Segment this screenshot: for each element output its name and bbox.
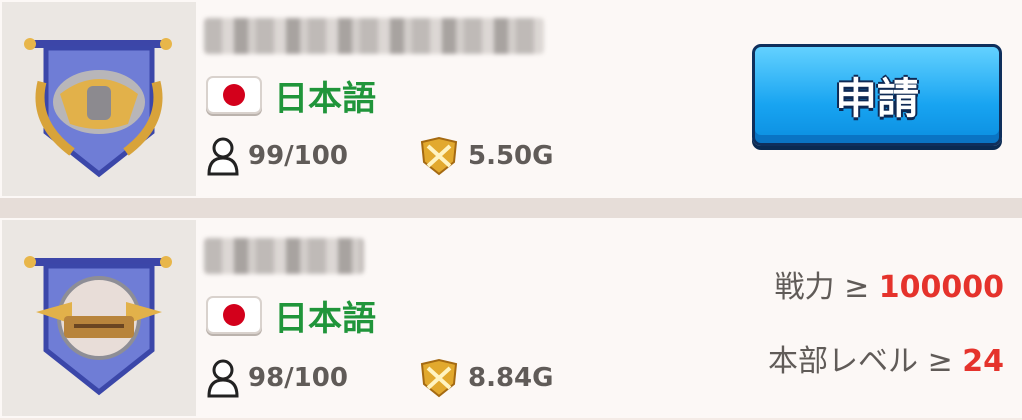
clan-emblem bbox=[2, 2, 196, 196]
clan-power-value: 5.50G bbox=[468, 141, 554, 171]
member-count: 98/100 bbox=[206, 358, 348, 398]
clan-name-redacted bbox=[204, 238, 364, 274]
apply-button[interactable]: 申請 bbox=[752, 44, 1002, 146]
clan-power: 5.50G bbox=[418, 136, 554, 176]
language-label: 日本語 bbox=[274, 298, 376, 339]
card-divider bbox=[0, 198, 1022, 218]
language-label: 日本語 bbox=[274, 78, 376, 119]
member-count: 99/100 bbox=[206, 136, 348, 176]
person-icon bbox=[207, 359, 239, 398]
requirement-label: 戦力 ≥ bbox=[774, 270, 879, 305]
hq-level-requirement: 本部レベル ≥ 24 bbox=[768, 336, 1004, 380]
clan-card[interactable]: 日本語 98/100 8.84G 戦力 ≥ 100000 本部レベル ≥ 24 bbox=[0, 218, 1022, 418]
clan-language: 日本語 bbox=[206, 294, 376, 339]
person-icon bbox=[207, 137, 239, 176]
clan-language: 日本語 bbox=[206, 74, 376, 119]
clan-card[interactable]: 日本語 99/100 5.50G 申請 bbox=[0, 0, 1022, 198]
gauntlets-crest-icon bbox=[24, 38, 172, 178]
requirement-label: 本部レベル ≥ bbox=[768, 344, 963, 379]
clan-power: 8.84G bbox=[418, 358, 554, 398]
power-requirement: 戦力 ≥ 100000 bbox=[775, 262, 1004, 306]
japan-flag-icon bbox=[206, 296, 262, 334]
crossed-swords-shield-icon bbox=[420, 136, 458, 176]
requirement-value: 100000 bbox=[878, 270, 1004, 305]
member-count-value: 98/100 bbox=[248, 363, 348, 393]
crossed-swords-shield-icon bbox=[420, 358, 458, 398]
clan-emblem bbox=[2, 220, 196, 416]
helmet-crest-icon bbox=[24, 256, 172, 396]
requirement-value: 24 bbox=[962, 344, 1004, 379]
member-count-value: 99/100 bbox=[248, 141, 348, 171]
clan-power-value: 8.84G bbox=[468, 363, 554, 393]
clan-name-redacted bbox=[204, 18, 544, 54]
japan-flag-icon bbox=[206, 76, 262, 114]
